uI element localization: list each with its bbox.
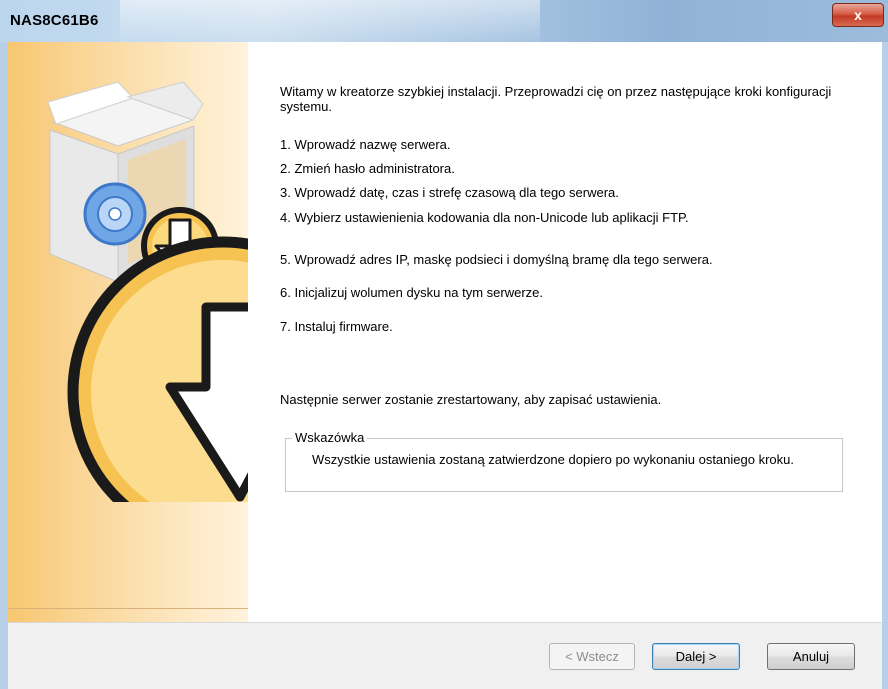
tip-groupbox: Wskazówka Wszystkie ustawienia zostaną z… xyxy=(285,430,843,492)
window-title: NAS8C61B6 xyxy=(10,12,99,29)
step-item: 3. Wprowadź datę, czas i strefę czasową … xyxy=(280,185,619,200)
wizard-content: Witamy w kreatorze szybkiej instalacji. … xyxy=(248,42,882,622)
window-frame-right xyxy=(882,42,888,689)
restart-note: Następnie serwer zostanie zrestartowany,… xyxy=(280,392,662,407)
tip-text: Wszystkie ustawienia zostaną zatwierdzon… xyxy=(312,452,794,467)
install-box-icon xyxy=(47,81,248,502)
back-button[interactable]: < Wstecz xyxy=(549,643,635,670)
step-item: 6. Inicjalizuj wolumen dysku na tym serw… xyxy=(280,285,543,300)
next-button[interactable]: Dalej > xyxy=(652,643,740,670)
title-bar-sheen xyxy=(120,0,540,42)
installer-window: NAS8C61B6 x Witamy w kreatorze szybkiej … xyxy=(0,0,888,689)
step-item: 2. Zmień hasło administratora. xyxy=(280,161,455,176)
title-bar[interactable]: NAS8C61B6 x xyxy=(0,0,888,42)
cd-disc-icon xyxy=(83,182,147,246)
sidebar-divider xyxy=(8,608,248,609)
sidebar-illustration xyxy=(8,42,248,622)
cancel-button[interactable]: Anuluj xyxy=(767,643,855,670)
window-frame-left xyxy=(0,42,8,689)
button-bar: < Wstecz Dalej > Anuluj xyxy=(8,622,882,689)
step-item: 7. Instaluj firmware. xyxy=(280,319,393,334)
close-button[interactable]: x xyxy=(832,3,884,27)
step-item: 1. Wprowadź nazwę serwera. xyxy=(280,137,451,152)
close-icon: x xyxy=(854,7,862,23)
intro-text: Witamy w kreatorze szybkiej instalacji. … xyxy=(280,84,832,114)
tip-title: Wskazówka xyxy=(292,430,368,445)
step-item: 5. Wprowadź adres IP, maskę podsieci i d… xyxy=(280,252,713,267)
step-item: 4. Wybierz ustawienienia kodowania dla n… xyxy=(280,210,689,225)
